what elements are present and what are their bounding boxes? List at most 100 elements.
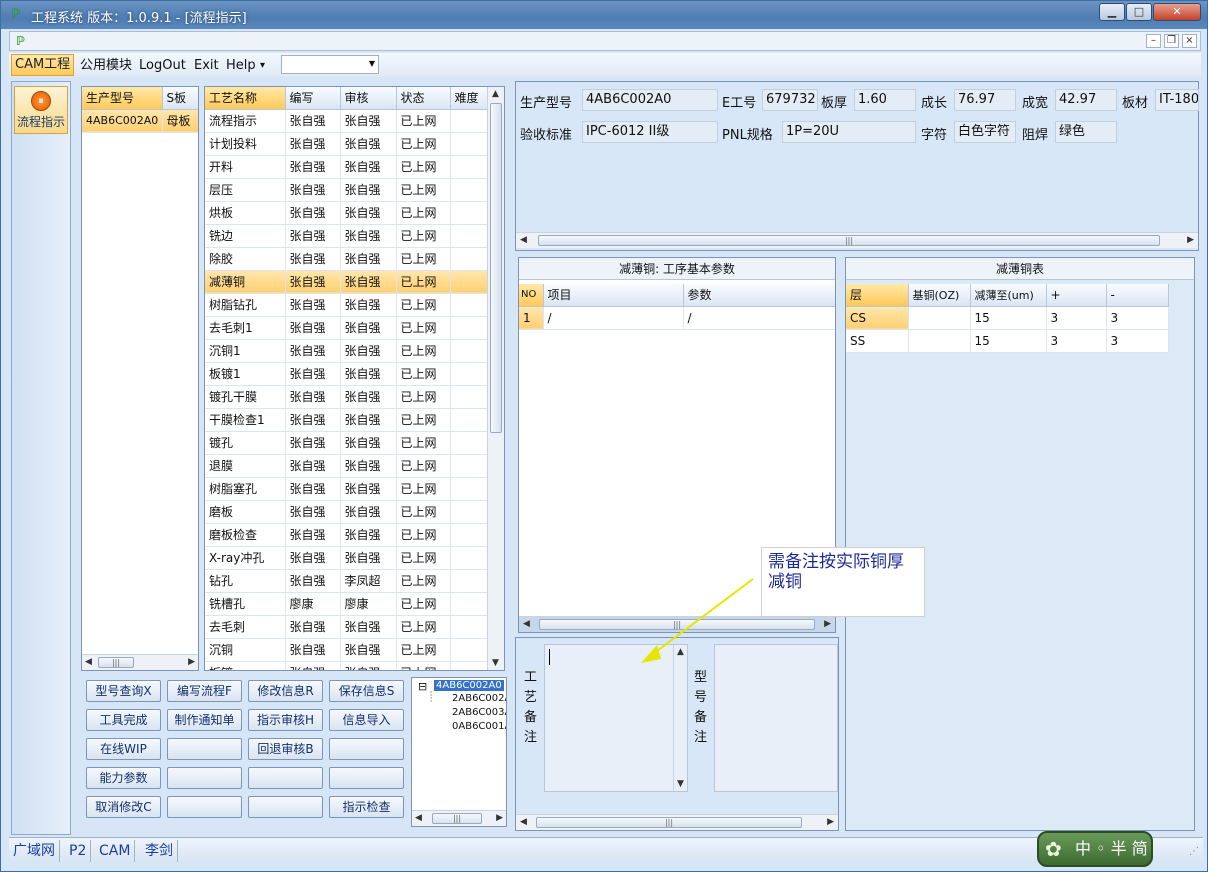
action-button[interactable]: 指示审核H bbox=[248, 709, 323, 731]
col-header-review[interactable]: 审核 bbox=[340, 87, 397, 110]
minimize-button[interactable]: ▁ bbox=[1099, 3, 1125, 21]
table-row[interactable]: 镀孔 张自强 张自强 已上网 bbox=[205, 431, 489, 455]
mdi-restore-button[interactable]: ❐ bbox=[1164, 34, 1179, 48]
tree-child-node[interactable]: 0AB6C001A bbox=[452, 721, 506, 732]
col-header-author[interactable]: 编写 bbox=[285, 87, 341, 110]
table-row[interactable]: 退膜 张自强 张自强 已上网 bbox=[205, 454, 489, 478]
action-button[interactable]: 回退审核B bbox=[248, 738, 323, 760]
nav-flow-button[interactable]: ⏸ 流程指示 bbox=[14, 86, 68, 134]
table-row[interactable]: 流程指示 张自强 张自强 已上网 bbox=[205, 109, 489, 133]
table-row[interactable]: 烘板 张自强 张自强 已上网 bbox=[205, 201, 489, 225]
col-header-status[interactable]: 状态 bbox=[396, 87, 451, 110]
table-row[interactable]: 铣槽孔 廖康 廖康 已上网 bbox=[205, 592, 489, 616]
tree-hscroll[interactable]: ◀ ||| ▶ bbox=[412, 810, 506, 826]
col-header-process[interactable]: 工艺名称 bbox=[205, 87, 286, 110]
action-button[interactable] bbox=[248, 796, 323, 818]
table-row[interactable]: 减薄铜 张自强 张自强 已上网 bbox=[205, 270, 489, 294]
scroll-thumb[interactable] bbox=[490, 103, 502, 433]
action-button[interactable]: 修改信息R bbox=[248, 680, 323, 702]
col-header-no[interactable]: NO bbox=[519, 284, 544, 307]
scroll-right-icon[interactable]: ▶ bbox=[496, 813, 503, 823]
info-thickness-value[interactable]: 1.60 bbox=[854, 89, 916, 111]
menu-exit[interactable]: Exit bbox=[191, 57, 222, 75]
mdi-close-button[interactable]: × bbox=[1182, 34, 1197, 48]
action-button[interactable]: 工具完成 bbox=[86, 709, 161, 731]
help-dropdown-icon[interactable]: ▾ bbox=[257, 57, 268, 75]
info-material-value[interactable]: IT-180 bbox=[1155, 89, 1199, 111]
scroll-thumb[interactable]: ||| bbox=[536, 817, 802, 828]
col-header-param[interactable]: 参数 bbox=[683, 284, 835, 307]
close-button[interactable]: ✕ bbox=[1153, 3, 1201, 21]
action-button[interactable] bbox=[329, 767, 404, 789]
table-row[interactable]: 树脂钻孔 张自强 张自强 已上网 bbox=[205, 293, 489, 317]
col-header-item[interactable]: 项目 bbox=[543, 284, 684, 307]
info-pnl-value[interactable]: 1P=20U bbox=[782, 121, 916, 143]
table-row[interactable]: X-ray冲孔 张自强 张自强 已上网 bbox=[205, 546, 489, 570]
action-button[interactable] bbox=[329, 738, 404, 760]
scroll-right-icon[interactable]: ▶ bbox=[188, 657, 195, 667]
action-button[interactable] bbox=[167, 767, 242, 789]
table-row[interactable]: 沉铜 张自强 张自强 已上网 bbox=[205, 638, 489, 662]
table-row[interactable]: 沉铜1 张自强 张自强 已上网 bbox=[205, 339, 489, 363]
scroll-left-icon[interactable]: ◀ bbox=[523, 619, 530, 629]
table-row[interactable]: 开料 张自强 张自强 已上网 bbox=[205, 155, 489, 179]
action-button[interactable]: 取消修改C bbox=[86, 796, 161, 818]
table-row[interactable]: 干膜检查1 张自强 张自强 已上网 bbox=[205, 408, 489, 432]
table-row[interactable]: 去毛刺 张自强 张自强 已上网 bbox=[205, 615, 489, 639]
col-header-plus[interactable]: + bbox=[1046, 284, 1107, 307]
tree-toggle-icon[interactable]: ⊟ bbox=[418, 680, 427, 693]
menu-cam[interactable]: CAM工程 bbox=[11, 54, 75, 76]
scroll-left-icon[interactable]: ◀ bbox=[85, 657, 92, 667]
action-button[interactable] bbox=[167, 738, 242, 760]
tree-child-node[interactable]: 2AB6C003A bbox=[452, 707, 506, 718]
col-header-s-board[interactable]: S板 bbox=[162, 87, 198, 110]
col-header-model[interactable]: 生产型号 bbox=[82, 87, 163, 110]
col-header-difficulty[interactable]: 难度 bbox=[450, 87, 489, 110]
info-character-value[interactable]: 白色字符 bbox=[954, 121, 1016, 143]
table-row[interactable]: 树脂塞孔 张自强 张自强 已上网 bbox=[205, 477, 489, 501]
resize-grip-icon[interactable]: ⋰ bbox=[1189, 846, 1199, 857]
action-button[interactable]: 信息导入 bbox=[329, 709, 404, 731]
action-button[interactable]: 制作通知单 bbox=[167, 709, 242, 731]
table-row[interactable]: 铣边 张自强 张自强 已上网 bbox=[205, 224, 489, 248]
table-row[interactable]: 计划投料 张自强 张自强 已上网 bbox=[205, 132, 489, 156]
scroll-down-icon[interactable]: ▼ bbox=[677, 779, 684, 789]
info-soldermask-value[interactable]: 绿色 bbox=[1055, 121, 1117, 143]
action-button[interactable]: 编写流程F bbox=[167, 680, 242, 702]
action-button[interactable]: 指示检查 bbox=[329, 796, 404, 818]
menu-combo[interactable]: ▼ bbox=[281, 55, 379, 74]
scroll-right-icon[interactable]: ▶ bbox=[824, 619, 831, 629]
action-button[interactable]: 型号查询X bbox=[86, 680, 161, 702]
table-row[interactable]: 4AB6C002A0 母板 bbox=[82, 109, 198, 133]
menu-common[interactable]: 公用模块 bbox=[77, 57, 135, 75]
table-row[interactable]: 层压 张自强 张自强 已上网 bbox=[205, 178, 489, 202]
col-header-thin-to[interactable]: 减薄至(um) bbox=[970, 284, 1047, 307]
process-grid-vscroll[interactable]: ▲ ▼ bbox=[487, 87, 504, 670]
scroll-right-icon[interactable]: ▶ bbox=[827, 817, 834, 827]
table-row[interactable]: 去毛刺1 张自强 张自强 已上网 bbox=[205, 316, 489, 340]
scroll-right-icon[interactable]: ▶ bbox=[1187, 235, 1194, 245]
info-model-value[interactable]: 4AB6C002A0 bbox=[582, 89, 718, 111]
mdi-minimize-button[interactable]: – bbox=[1146, 34, 1161, 48]
model-grid-hscroll[interactable]: ◀ ||| ▶ bbox=[82, 654, 198, 670]
info-width-value[interactable]: 42.97 bbox=[1055, 89, 1117, 111]
table-row[interactable]: 1 / / bbox=[519, 306, 835, 330]
table-row[interactable]: 磨板 张自强 张自强 已上网 bbox=[205, 500, 489, 524]
scroll-left-icon[interactable]: ◀ bbox=[415, 813, 422, 823]
scroll-thumb[interactable]: ||| bbox=[538, 235, 1160, 246]
table-row[interactable]: 板镀张自强张自强已上网 bbox=[205, 661, 489, 670]
info-standard-value[interactable]: IPC-6012 II级 bbox=[582, 121, 718, 143]
ime-toolbar[interactable]: ✿ 中 ◦ 半 简 bbox=[1037, 831, 1153, 867]
menu-logout[interactable]: LogOut bbox=[136, 57, 189, 75]
info-hscroll[interactable]: ◀ ||| ▶ bbox=[516, 232, 1198, 248]
notes-hscroll[interactable]: ◀ ||| ▶ bbox=[516, 814, 838, 830]
action-button[interactable]: 在线WIP bbox=[86, 738, 161, 760]
action-button[interactable] bbox=[248, 767, 323, 789]
scroll-left-icon[interactable]: ◀ bbox=[520, 817, 527, 827]
table-row[interactable]: 除胶 张自强 张自强 已上网 bbox=[205, 247, 489, 271]
info-ejob-value[interactable]: 679732 bbox=[762, 89, 818, 111]
action-button[interactable]: 保存信息S bbox=[329, 680, 404, 702]
table-row[interactable]: 钻孔 张自强 李凤超 已上网 bbox=[205, 569, 489, 593]
col-header-base-copper[interactable]: 基铜(OZ) bbox=[908, 284, 971, 307]
scroll-thumb[interactable]: ||| bbox=[98, 657, 134, 668]
